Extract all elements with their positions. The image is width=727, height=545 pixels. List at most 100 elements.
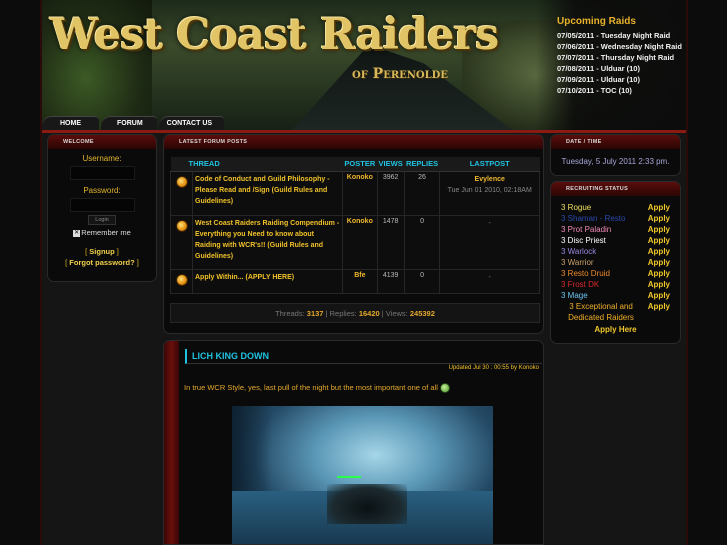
lastpost-user: - (488, 219, 491, 227)
nav-tab-contact[interactable]: CONTACT US (158, 116, 225, 130)
username-label: Username: (82, 154, 122, 163)
forum-posts-panel: LATEST FORUM POSTS THREAD POSTER VIEWS R… (163, 134, 544, 334)
signup-link[interactable]: Signup (89, 247, 114, 256)
nav-underline (42, 130, 686, 133)
thread-link[interactable]: West Coast Raiders Raiding Compendium - … (192, 214, 343, 270)
recruit-apply-link[interactable]: Apply (648, 235, 670, 246)
column-lastpost: LASTPOST (439, 157, 540, 172)
recruit-class-label: 3 Frost DK (561, 280, 600, 289)
news-meta: Updated Jul 30 : 00:55 by Konoko (448, 365, 539, 371)
recruit-apply-link[interactable]: Apply (648, 268, 670, 279)
recruit-class-label: 3 Warrior (561, 258, 594, 267)
recruit-item: 3 Shaman - Resto Apply (551, 213, 680, 224)
remember-me-checkbox[interactable]: ✕ (73, 229, 81, 237)
thread-status-icon (175, 273, 188, 286)
lastpost-user[interactable]: Evylence (475, 176, 505, 183)
thread-icon-cell (170, 214, 193, 270)
lastpost-date: Tue Jun 01 2010, 02:18AM (447, 186, 532, 194)
site-logo[interactable]: West Coast Raiders (50, 10, 499, 60)
raid-item[interactable]: 07/07/2011 - Thursday Night Raid (557, 52, 687, 63)
recruit-item: 3 Warrior Apply (551, 257, 680, 268)
apply-here-link[interactable]: Apply Here (551, 325, 680, 334)
recruit-class-label: 3 Resto Druid (561, 269, 610, 278)
thread-icon-cell (170, 170, 193, 216)
upcoming-raids-title: Upcoming Raids (557, 16, 636, 27)
recruit-apply-link[interactable]: Apply (648, 213, 670, 224)
recruit-apply-link[interactable]: Apply (648, 202, 670, 213)
raid-item[interactable]: 07/06/2011 - Wednesday Night Raid (557, 41, 687, 52)
recruit-item: 3 Disc Priest Apply (551, 235, 680, 246)
news-body: In true WCR Style, yes, last pull of the… (184, 383, 450, 394)
forgot-password-link[interactable]: Forgot password? (69, 258, 134, 267)
raid-item[interactable]: 07/09/2011 - Ulduar (10) (557, 74, 687, 85)
news-body-text: In true WCR Style, yes, last pull of the… (184, 383, 438, 392)
username-input[interactable] (69, 166, 135, 180)
thread-poster[interactable]: Bfe (342, 268, 378, 294)
remember-me-label: Remember me (81, 228, 131, 237)
views-label: | Views: (381, 309, 408, 318)
login-panel-heading: WELCOME (48, 135, 156, 149)
recruit-apply-link[interactable]: Apply (648, 246, 670, 257)
thread-replies: 0 (403, 268, 441, 294)
forum-posts-table: THREAD POSTER VIEWS REPLIES LASTPOST Cod… (170, 157, 540, 294)
recruit-apply-link[interactable]: Apply (648, 290, 670, 301)
raid-item[interactable]: 07/08/2011 - Ulduar (10) (557, 63, 687, 74)
recruiting-heading: RECRUITING STATUS (551, 182, 680, 196)
column-replies: REPLIES (404, 157, 440, 172)
nav-tab-forum[interactable]: FORUM (101, 116, 157, 130)
news-post: LICH KING DOWN Updated Jul 30 : 00:55 by… (163, 340, 544, 545)
recruiting-list: 3 Rogue Apply 3 Shaman - Resto Apply 3 Prot … (551, 202, 680, 323)
thread-poster[interactable]: Konoko (342, 170, 378, 216)
table-row: Apply Within... (APPLY HERE) Bfe 4139 0 … (170, 268, 540, 294)
password-label: Password: (83, 186, 121, 195)
news-side-strip (164, 341, 179, 544)
login-panel: WELCOME Username: Password: Login ✕ Remem… (47, 134, 157, 282)
thread-link[interactable]: Code of Conduct and Guild Philosophy - P… (192, 170, 343, 216)
table-row: Code of Conduct and Guild Philosophy - P… (170, 170, 540, 216)
thread-link[interactable]: Apply Within... (APPLY HERE) (192, 268, 343, 294)
datetime-panel: DATE / TIME Tuesday, 5 July 2011 2:33 pm… (550, 134, 681, 176)
news-screenshot-image[interactable] (232, 406, 493, 544)
table-header-row: THREAD POSTER VIEWS REPLIES LASTPOST (170, 157, 540, 172)
recruit-apply-link[interactable]: Apply (648, 257, 670, 268)
thread-poster[interactable]: Konoko (342, 214, 378, 270)
recruit-item: 3 Resto Druid Apply (551, 268, 680, 279)
thread-status-icon (175, 219, 188, 232)
datetime-value: Tuesday, 5 July 2011 2:33 pm. (561, 157, 670, 166)
thread-lastpost: - (439, 214, 540, 270)
thread-lastpost: Evylence Tue Jun 01 2010, 02:18AM (439, 170, 540, 216)
thread-status-icon (175, 175, 188, 188)
recruit-apply-link[interactable]: Apply (648, 224, 670, 235)
recruit-apply-link[interactable]: Apply (648, 301, 670, 323)
main-nav: HOME FORUM CONTACT US (42, 116, 226, 130)
recruit-class-label: 3 Warlock (561, 247, 597, 256)
thread-views: 4139 (376, 268, 405, 294)
screenshot-raid-group (327, 484, 407, 524)
recruit-class-label: 3 Mage (561, 291, 588, 300)
password-input[interactable] (69, 198, 135, 212)
recruit-class-label: 3 Prot Paladin (561, 225, 612, 234)
news-title[interactable]: LICH KING DOWN (185, 349, 542, 364)
recruit-item: 3 Mage Apply (551, 290, 680, 301)
raid-item[interactable]: 07/10/2011 - TOC (10) (557, 85, 687, 96)
nav-tab-home[interactable]: HOME (42, 116, 99, 130)
replies-count: 16420 (358, 309, 380, 318)
thread-replies: 26 (403, 170, 441, 216)
table-row: West Coast Raiders Raiding Compendium - … (170, 214, 540, 270)
thread-replies: 0 (403, 214, 441, 270)
datetime-heading: DATE / TIME (551, 135, 680, 149)
column-views: VIEWS (377, 157, 405, 172)
threads-count: 3137 (306, 309, 324, 318)
recruit-class-label: 3 Shaman - Resto (561, 214, 626, 223)
account-links: [ Signup ] [ Forgot password? ] (65, 247, 139, 267)
login-button[interactable]: Login (88, 215, 116, 225)
recruit-item: 3 Prot Paladin Apply (551, 224, 680, 235)
column-poster: POSTER (342, 157, 378, 172)
recruit-class-label: 3 Disc Priest (561, 236, 606, 245)
recruit-item: 3 Warlock Apply (551, 246, 680, 257)
replies-label: | Replies: (325, 309, 357, 318)
recruit-apply-link[interactable]: Apply (648, 279, 670, 290)
raid-item[interactable]: 07/05/2011 - Tuesday Night Raid (557, 30, 687, 41)
remember-me-row: ✕ Remember me (48, 228, 156, 237)
recruit-item: 3 Rogue Apply (551, 202, 680, 213)
